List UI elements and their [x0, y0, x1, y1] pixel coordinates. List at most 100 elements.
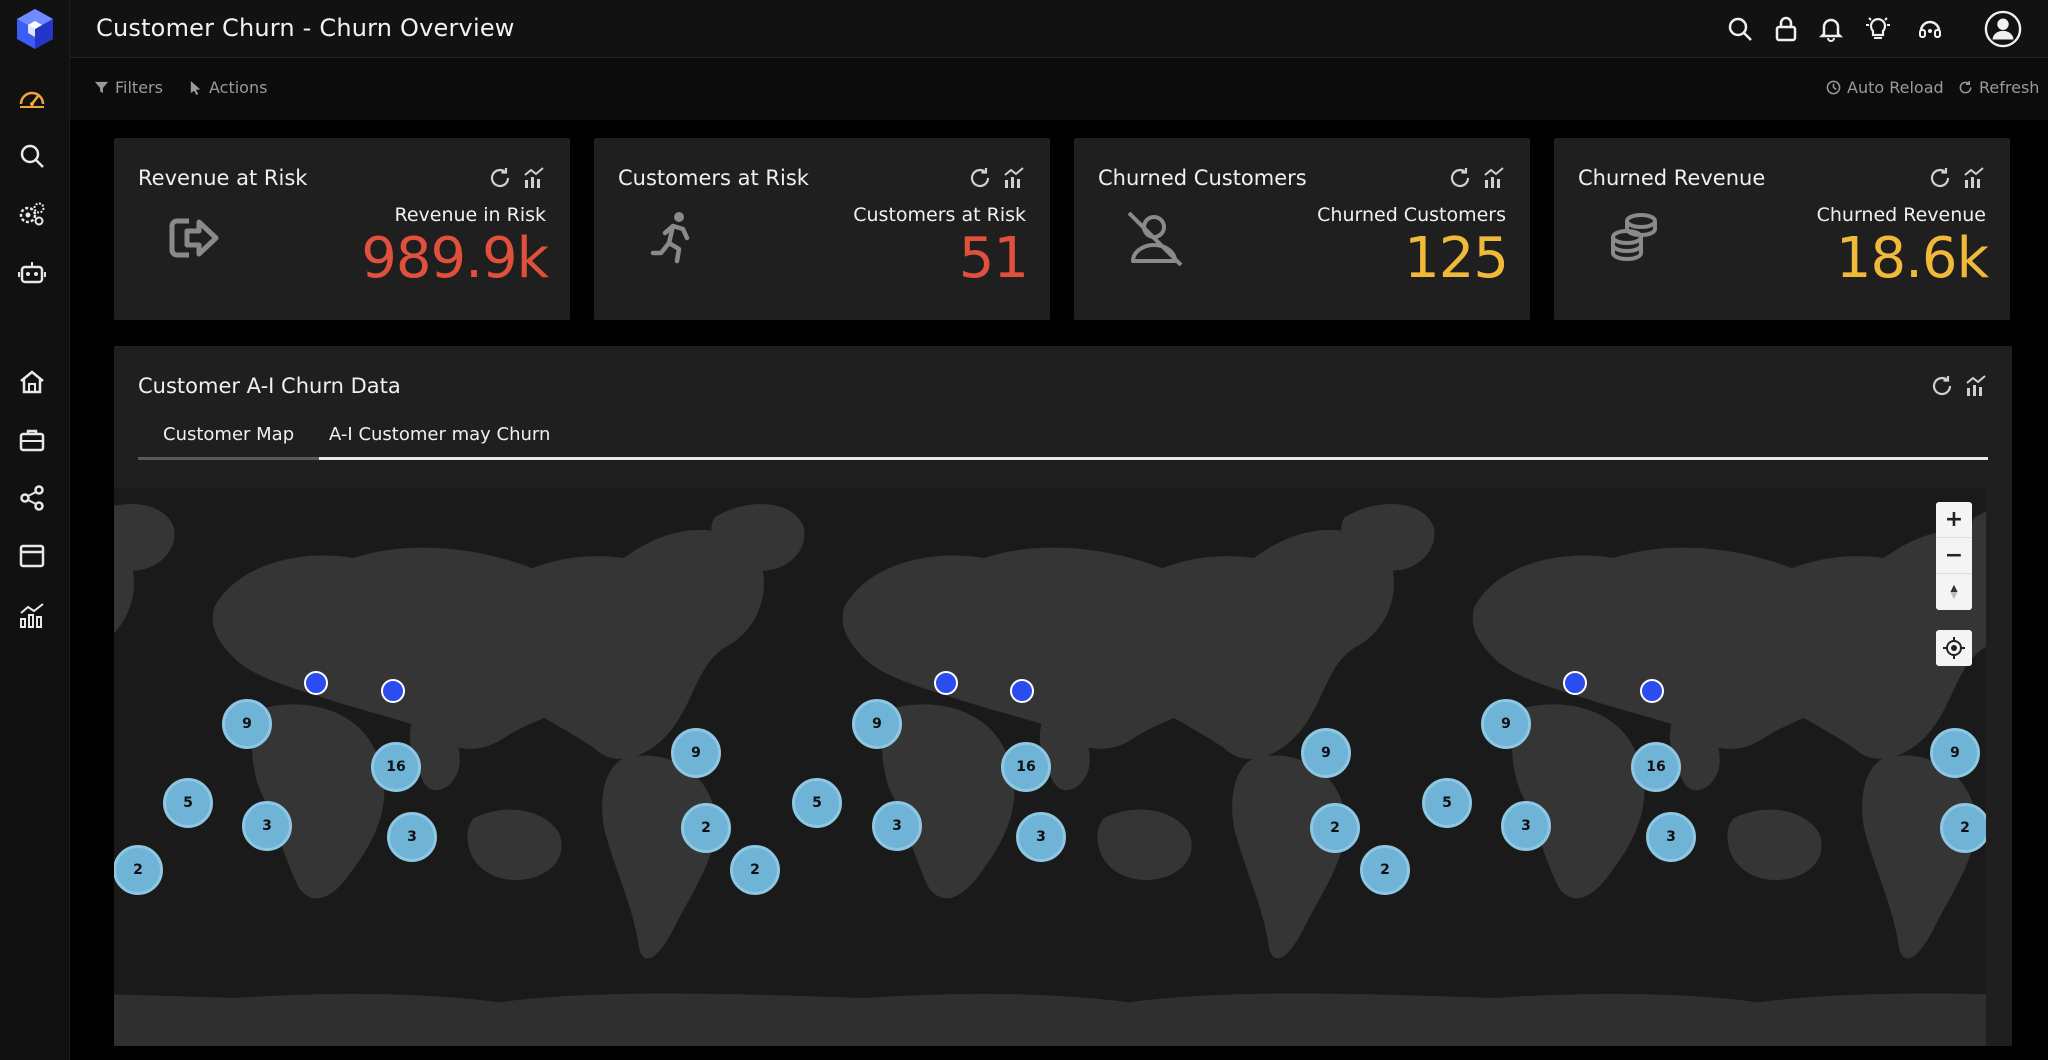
- customer-pin[interactable]: [1010, 679, 1034, 703]
- chart-analytics-icon[interactable]: [1482, 166, 1506, 190]
- customer-cluster[interactable]: 16: [1001, 742, 1051, 792]
- auto-reload-button[interactable]: Auto Reload: [1826, 78, 1944, 97]
- header-notifications-button[interactable]: [1814, 12, 1848, 46]
- refresh-icon[interactable]: [968, 166, 992, 190]
- kpi-value: 51: [958, 226, 1029, 291]
- kpi-card-churned-revenue: Churned Revenue Churned Revenue 18.6k: [1554, 138, 2010, 320]
- kpi-label: Churned Customers: [1317, 204, 1506, 226]
- kpi-tools: [1928, 166, 1986, 190]
- customer-pin[interactable]: [381, 679, 405, 703]
- chart-analytics-icon[interactable]: [522, 166, 546, 190]
- sidebar-item-search[interactable]: [14, 138, 50, 174]
- refresh-icon[interactable]: [1930, 374, 1954, 398]
- settings-gears-icon: [19, 202, 45, 226]
- refresh-icon[interactable]: [488, 166, 512, 190]
- customer-cluster[interactable]: 9: [671, 728, 721, 778]
- header-user-button[interactable]: [1983, 9, 2023, 49]
- filter-funnel-icon: [94, 81, 109, 94]
- robot-icon: [18, 262, 46, 284]
- kpi-title: Churned Customers: [1098, 166, 1307, 190]
- tab-ai-customer-may-churn[interactable]: A-I Customer may Churn: [329, 424, 550, 460]
- customer-cluster[interactable]: 2: [730, 845, 780, 895]
- home-icon: [20, 370, 44, 394]
- filters-button[interactable]: Filters: [94, 78, 163, 97]
- customer-pin[interactable]: [1563, 671, 1587, 695]
- dashboard-toolbar: Filters Actions Auto Reload Refresh: [70, 58, 2048, 120]
- refresh-button[interactable]: Refresh: [1958, 78, 2039, 97]
- customer-cluster[interactable]: 16: [1631, 742, 1681, 792]
- customer-pin[interactable]: [304, 671, 328, 695]
- customer-cluster[interactable]: 2: [681, 803, 731, 853]
- header-search-button[interactable]: [1723, 12, 1757, 46]
- customer-cluster[interactable]: 3: [242, 801, 292, 851]
- chart-analytics-icon[interactable]: [1002, 166, 1026, 190]
- customer-cluster[interactable]: 3: [872, 801, 922, 851]
- kpi-tools: [488, 166, 546, 190]
- kpi-label: Customers at Risk: [853, 204, 1026, 226]
- chart-analytics-icon[interactable]: [1962, 166, 1986, 190]
- actions-button[interactable]: Actions: [188, 78, 267, 97]
- customer-cluster[interactable]: 2: [1360, 845, 1410, 895]
- sidebar-item-home[interactable]: [14, 364, 50, 400]
- kpi-value: 125: [1404, 226, 1509, 291]
- header-support-button[interactable]: [1913, 12, 1947, 46]
- customer-cluster[interactable]: 9: [1481, 699, 1531, 749]
- kpi-icon: [1598, 202, 1670, 274]
- chart-analytics-icon[interactable]: [1964, 374, 1988, 398]
- page-title: Customer Churn - Churn Overview: [96, 14, 515, 42]
- refresh-icon[interactable]: [1928, 166, 1952, 190]
- tab-customer-map[interactable]: Customer Map: [138, 424, 320, 460]
- auto-reload-label: Auto Reload: [1847, 78, 1944, 97]
- search-icon: [1728, 17, 1752, 41]
- kpi-title: Revenue at Risk: [138, 166, 308, 190]
- customer-cluster[interactable]: 5: [792, 778, 842, 828]
- actions-label: Actions: [209, 78, 268, 97]
- customer-cluster[interactable]: 2: [1940, 803, 1986, 853]
- header-ideas-button[interactable]: [1861, 12, 1895, 46]
- sidebar-item-dashboard[interactable]: [14, 80, 50, 116]
- customer-pin[interactable]: [1640, 679, 1664, 703]
- kpi-label: Churned Revenue: [1816, 204, 1986, 226]
- user-slash-icon: [1127, 211, 1183, 267]
- customer-cluster[interactable]: 9: [222, 699, 272, 749]
- lightbulb-icon: [1866, 17, 1890, 39]
- refresh-icon[interactable]: [1448, 166, 1472, 190]
- customer-cluster[interactable]: 3: [1016, 812, 1066, 862]
- customer-cluster[interactable]: 9: [1301, 728, 1351, 778]
- compass-icon: [1950, 584, 1958, 600]
- locate-me-button[interactable]: [1936, 630, 1972, 666]
- customer-cluster[interactable]: 5: [1422, 778, 1472, 828]
- sidebar-item-window[interactable]: [14, 538, 50, 574]
- customer-cluster[interactable]: 2: [1310, 803, 1360, 853]
- customer-cluster[interactable]: 3: [387, 812, 437, 862]
- customer-cluster[interactable]: 5: [163, 778, 213, 828]
- customer-cluster[interactable]: 16: [371, 742, 421, 792]
- zoom-in-button[interactable]: +: [1936, 502, 1972, 538]
- app-logo[interactable]: [14, 6, 56, 52]
- customer-pin[interactable]: [934, 671, 958, 695]
- clock-icon: [1826, 80, 1841, 95]
- left-sidebar: [0, 0, 70, 1060]
- kpi-icon: [638, 202, 710, 274]
- customer-cluster[interactable]: 3: [1501, 801, 1551, 851]
- sidebar-item-automation[interactable]: [14, 255, 50, 291]
- customer-map[interactable]: 9 5 3 16 3 2 9 2 2 9 5 3 16 3 9 2 2 9 5 …: [114, 488, 1986, 1046]
- kpi-card-revenue-at-risk: Revenue at Risk Revenue in Risk 989.9k: [114, 138, 570, 320]
- reset-bearing-button[interactable]: [1936, 574, 1972, 610]
- sidebar-item-share[interactable]: [14, 480, 50, 516]
- customer-cluster[interactable]: 3: [1646, 812, 1696, 862]
- sidebar-item-settings[interactable]: [14, 196, 50, 232]
- churn-data-panel: Customer A-I Churn Data Customer Map A-I…: [114, 346, 2012, 1046]
- customer-cluster[interactable]: 2: [114, 845, 163, 895]
- zoom-out-button[interactable]: −: [1936, 538, 1972, 574]
- header-lock-button[interactable]: [1769, 12, 1803, 46]
- sidebar-item-analytics[interactable]: [14, 598, 50, 634]
- analytics-chart-icon: [20, 603, 44, 628]
- kpi-tools: [1448, 166, 1506, 190]
- customer-cluster[interactable]: 9: [852, 699, 902, 749]
- sidebar-item-business[interactable]: [14, 422, 50, 458]
- export-arrow-icon: [169, 218, 219, 258]
- kpi-label: Revenue in Risk: [394, 204, 546, 226]
- customer-cluster[interactable]: 9: [1930, 728, 1980, 778]
- kpi-value: 989.9k: [361, 226, 549, 291]
